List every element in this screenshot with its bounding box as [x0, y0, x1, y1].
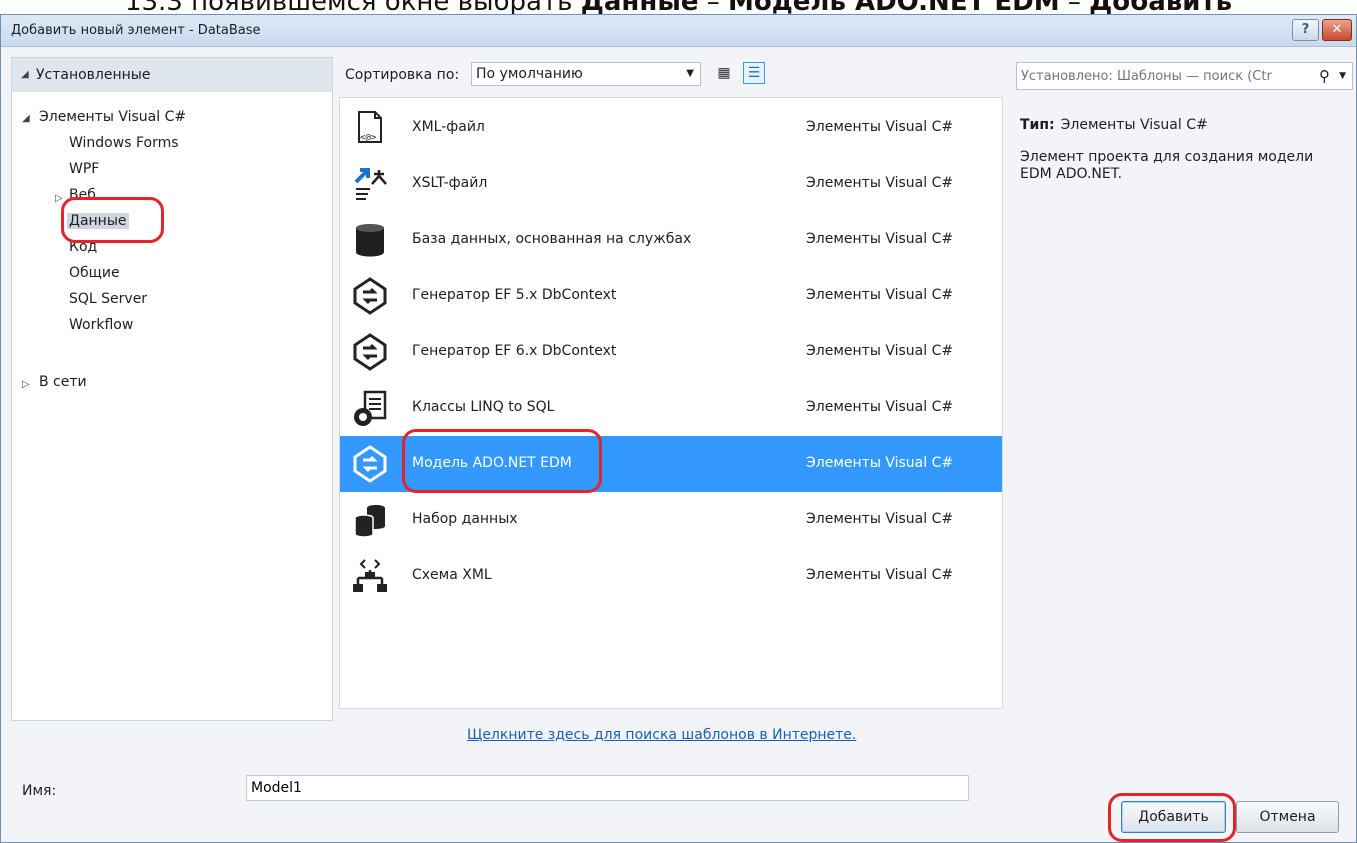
- xml-file-icon: <@>: [358, 111, 382, 143]
- list-item[interactable]: Модель ADO.NET EDM Элементы Visual C#: [340, 436, 1002, 492]
- name-label: Имя:: [22, 783, 57, 799]
- tree-item-general[interactable]: Общие: [69, 265, 120, 281]
- list-item[interactable]: Классы LINQ to SQL Элементы Visual C#: [340, 380, 1002, 436]
- template-name: XSLT-файл: [412, 175, 488, 191]
- linq-to-sql-icon: [354, 390, 387, 426]
- tree-item-visual-csharp[interactable]: Элементы Visual C#: [39, 109, 186, 125]
- template-name: Генератор EF 5.x DbContext: [412, 287, 617, 303]
- template-category: Элементы Visual C#: [806, 343, 954, 359]
- name-input[interactable]: [246, 775, 969, 801]
- expand-triangle-icon[interactable]: ▷: [22, 379, 30, 390]
- chevron-down-icon: ▼: [686, 68, 694, 79]
- template-description: Элемент проекта для создания модели EDM …: [1020, 149, 1314, 182]
- database-icon: [356, 224, 384, 257]
- tree-item-workflow[interactable]: Workflow: [69, 317, 133, 333]
- tree-item-wpf[interactable]: WPF: [69, 161, 99, 177]
- add-new-item-dialog: Добавить новый элемент - DataBase ? ✕ ◢ …: [0, 14, 1357, 843]
- search-icon[interactable]: ⚲: [1319, 67, 1330, 85]
- template-name: Схема XML: [412, 567, 492, 583]
- list-item[interactable]: Генератор EF 6.x DbContext Элементы Visu…: [340, 324, 1002, 380]
- tree-item-data[interactable]: Данные: [67, 213, 129, 229]
- template-name: Классы LINQ to SQL: [412, 399, 555, 415]
- help-button[interactable]: ?: [1292, 19, 1319, 41]
- add-button[interactable]: Добавить: [1121, 801, 1226, 833]
- template-category: Элементы Visual C#: [806, 231, 954, 247]
- window-title: Добавить новый элемент - DataBase: [11, 23, 261, 38]
- close-button[interactable]: ✕: [1322, 19, 1352, 41]
- tree-item-windows-forms[interactable]: Windows Forms: [69, 135, 179, 151]
- expand-triangle-icon[interactable]: ▷: [55, 193, 63, 204]
- installed-header[interactable]: ◢ Установленные: [12, 58, 332, 92]
- list-item[interactable]: База данных, основанная на службах Элеме…: [340, 212, 1002, 268]
- sort-toolbar: Сортировка по: По умолчанию ▼ ▦ ☰: [339, 57, 1003, 91]
- tree-item-code[interactable]: Код: [69, 239, 97, 255]
- template-category: Элементы Visual C#: [806, 175, 954, 191]
- title-bar: Добавить новый элемент - DataBase ? ✕: [1, 15, 1356, 47]
- installed-label: Установленные: [36, 67, 151, 83]
- instruction-caption: 13.3 появившемся окне выбрать Данные – М…: [0, 0, 1357, 14]
- template-name: База данных, основанная на службах: [412, 231, 692, 247]
- template-type: Тип: Элементы Visual C#: [1020, 117, 1208, 133]
- cancel-button[interactable]: Отмена: [1236, 801, 1339, 833]
- template-category: Элементы Visual C#: [806, 287, 954, 303]
- tree-item-sql-server[interactable]: SQL Server: [69, 291, 147, 307]
- xml-schema-icon: [353, 559, 387, 592]
- tree-item-web[interactable]: Веб: [69, 187, 96, 203]
- online-templates-link[interactable]: Щелкните здесь для поиска шаблонов в Инт…: [467, 727, 856, 743]
- template-name: Модель ADO.NET EDM: [412, 455, 572, 471]
- category-tree-pane: ◢ Установленные ◢ Элементы Visual C# Win…: [11, 57, 333, 721]
- list-view-icon[interactable]: ☰: [743, 62, 765, 84]
- template-name: XML-файл: [412, 119, 485, 135]
- template-name: Генератор EF 6.x DbContext: [412, 343, 617, 359]
- list-item[interactable]: Схема XML Элементы Visual C#: [340, 548, 1002, 604]
- template-name: Набор данных: [412, 511, 518, 527]
- collapse-triangle-icon[interactable]: ◢: [22, 113, 30, 124]
- template-search-box: ⚲ ▼: [1016, 62, 1353, 90]
- sort-label: Сортировка по:: [345, 67, 460, 83]
- template-list: <@> XML-файл Элементы Visual C# XSLT-фай…: [339, 97, 1003, 709]
- sort-dropdown[interactable]: По умолчанию ▼: [471, 62, 701, 86]
- xslt-file-icon: [354, 168, 387, 200]
- dataset-icon: [354, 505, 385, 538]
- tree-item-online[interactable]: В сети: [39, 374, 87, 390]
- template-category: Элементы Visual C#: [806, 455, 954, 471]
- template-category: Элементы Visual C#: [806, 399, 954, 415]
- ado-net-edm-icon: [353, 445, 387, 483]
- chevron-down-icon[interactable]: ▼: [1339, 71, 1346, 81]
- svg-text:<@>: <@>: [360, 133, 377, 143]
- list-item[interactable]: Набор данных Элементы Visual C#: [340, 492, 1002, 548]
- template-category: Элементы Visual C#: [806, 119, 954, 135]
- small-icons-view-icon[interactable]: ▦: [713, 62, 735, 84]
- collapse-triangle-icon: ◢: [21, 69, 29, 80]
- ef-generator-icon: [353, 333, 387, 371]
- details-pane: Тип: Элементы Visual C# Элемент проекта д…: [1015, 97, 1353, 709]
- list-item[interactable]: Генератор EF 5.x DbContext Элементы Visu…: [340, 268, 1002, 324]
- ef-generator-icon: [353, 277, 387, 315]
- template-category: Элементы Visual C#: [806, 567, 954, 583]
- template-category: Элементы Visual C#: [806, 511, 954, 527]
- search-input[interactable]: [1019, 65, 1311, 87]
- sort-value: По умолчанию: [476, 66, 583, 82]
- list-item[interactable]: XSLT-файл Элементы Visual C#: [340, 156, 1002, 212]
- list-item[interactable]: <@> XML-файл Элементы Visual C#: [340, 100, 1002, 156]
